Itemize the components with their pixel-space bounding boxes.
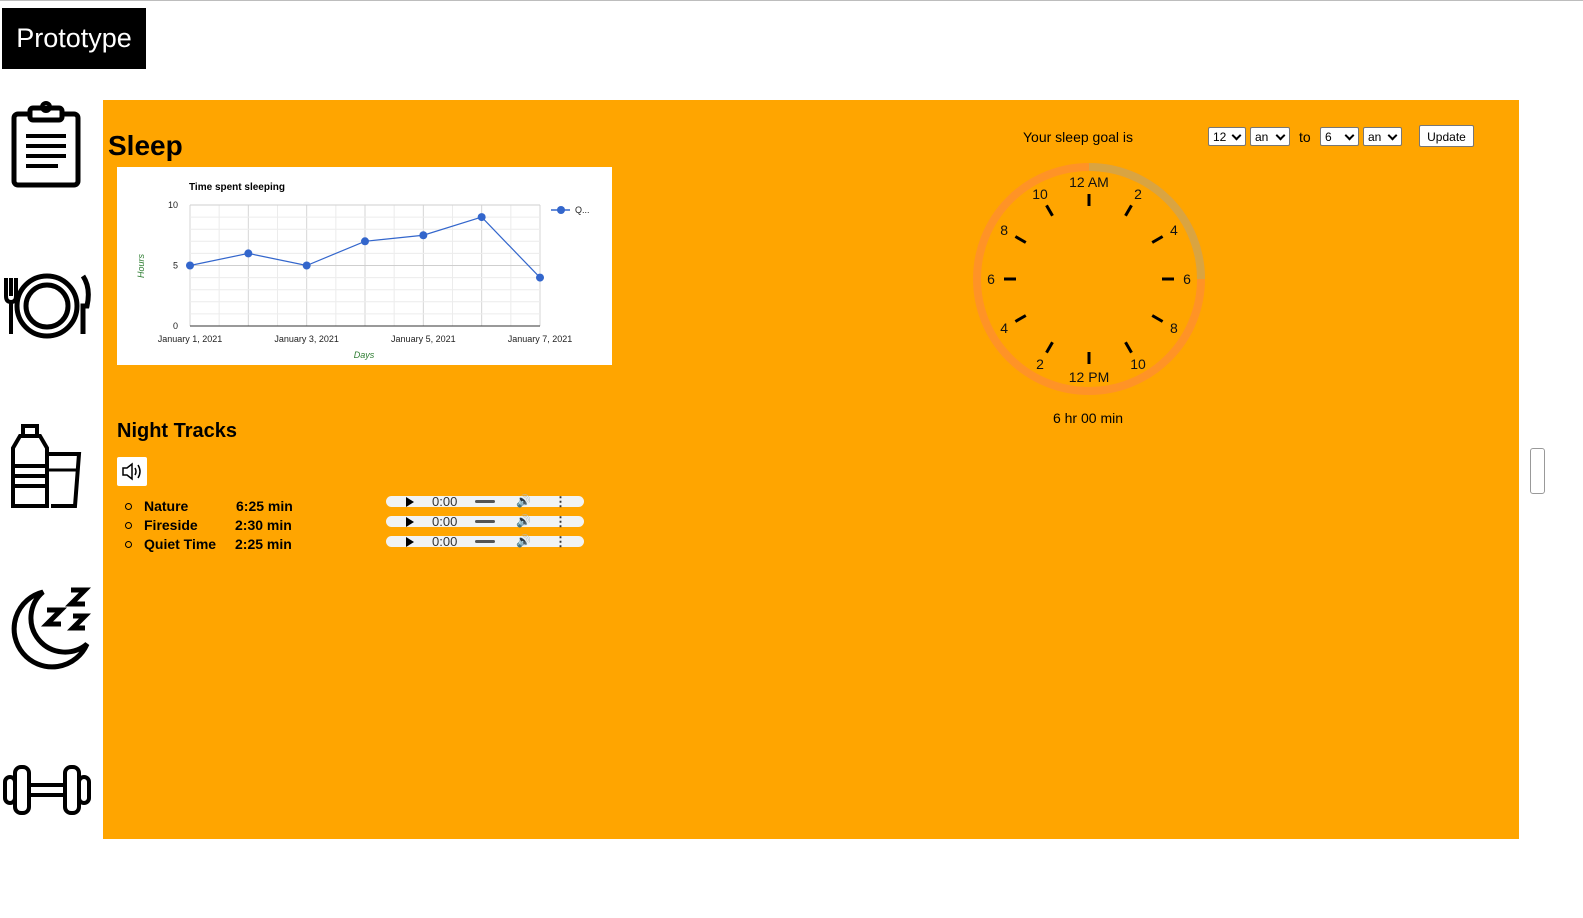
to-label: to bbox=[1299, 129, 1311, 145]
clock-number: 8 bbox=[1170, 320, 1178, 336]
play-icon[interactable] bbox=[406, 497, 414, 507]
track-name: Quiet Time bbox=[144, 536, 217, 552]
chart-legend: Q... bbox=[551, 205, 590, 215]
data-point bbox=[536, 273, 544, 282]
night-tracks-title: Night Tracks bbox=[117, 420, 238, 442]
clock-tick bbox=[1151, 235, 1164, 244]
sleep-panel: Sleep Time spent sleeping 0 5 10 January 1,… bbox=[103, 100, 1519, 839]
clock-number: 2 bbox=[1036, 356, 1044, 372]
seek-bar[interactable] bbox=[475, 540, 495, 543]
chevron-down-icon bbox=[1387, 130, 1398, 141]
volume-icon[interactable]: 🔊 bbox=[516, 513, 531, 530]
clock-tick bbox=[1045, 204, 1054, 217]
audio-player-fireside[interactable]: 0:00 🔊 ⋮ bbox=[386, 513, 584, 530]
legend-label: Q... bbox=[575, 205, 590, 215]
from-hour-select[interactable]: 12 bbox=[1208, 127, 1246, 146]
data-point bbox=[477, 213, 486, 222]
sleep-clock: 12 AM 12 PM 2 4 6 8 10 10 8 6 4 2 bbox=[951, 152, 1227, 402]
data-point bbox=[244, 249, 253, 258]
clock-bottom-label: 12 PM bbox=[1069, 369, 1109, 385]
y-tick-label: 5 bbox=[173, 261, 178, 271]
sound-button[interactable] bbox=[117, 457, 147, 486]
track-name: Fireside bbox=[144, 517, 198, 533]
chevron-down-icon bbox=[1275, 130, 1286, 141]
list-bullet bbox=[125, 522, 132, 529]
more-options-icon[interactable]: ⋮ bbox=[554, 493, 567, 510]
clock-tick bbox=[1014, 314, 1027, 323]
seek-bar[interactable] bbox=[475, 520, 495, 523]
clock-number: 6 bbox=[1183, 271, 1191, 287]
moon-sleep-icon[interactable] bbox=[3, 582, 91, 672]
more-options-icon[interactable]: ⋮ bbox=[554, 513, 567, 530]
clock-number: 2 bbox=[1134, 186, 1142, 202]
player-time: 0:00 bbox=[432, 494, 458, 509]
sleep-duration: 6 hr 00 min bbox=[1052, 410, 1124, 426]
audio-player-quiet-time[interactable]: 0:00 🔊 ⋮ bbox=[386, 533, 584, 550]
play-icon[interactable] bbox=[406, 537, 414, 547]
track-duration: 2:25 min bbox=[235, 536, 292, 552]
from-ampm-select[interactable]: an bbox=[1250, 127, 1290, 146]
audio-player-nature[interactable]: 0:00 🔊 ⋮ bbox=[386, 493, 584, 510]
clock-number: 10 bbox=[1032, 186, 1048, 202]
data-point bbox=[419, 231, 428, 240]
data-point bbox=[186, 261, 194, 270]
chevron-down-icon bbox=[1231, 130, 1242, 141]
chevron-down-icon bbox=[1344, 130, 1355, 141]
to-hour-select[interactable]: 6 bbox=[1320, 127, 1359, 146]
clock-tick bbox=[1014, 235, 1027, 244]
sleep-line-chart: Time spent sleeping 0 5 10 January 1, 2021 J… bbox=[136, 182, 590, 360]
to-ampm-select[interactable]: an bbox=[1363, 127, 1402, 146]
clock-number: 4 bbox=[1000, 320, 1008, 336]
scrollbar-thumb[interactable] bbox=[1530, 448, 1545, 494]
page-title: Sleep bbox=[108, 130, 183, 161]
sleep-chart: Time spent sleeping 0 5 10 January 1, 2021 J… bbox=[117, 167, 612, 365]
plate-fork-knife-icon[interactable] bbox=[3, 262, 91, 352]
more-options-icon[interactable]: ⋮ bbox=[554, 533, 567, 550]
player-time: 0:00 bbox=[432, 514, 458, 529]
clock-top-label: 12 AM bbox=[1069, 174, 1109, 190]
clock-tick bbox=[1151, 314, 1164, 323]
sleep-goal-label: Your sleep goal is bbox=[1023, 129, 1134, 145]
clock-face: 12 AM 12 PM 2 4 6 8 10 10 8 6 4 2 bbox=[973, 163, 1205, 395]
x-tick-label: January 1, 2021 bbox=[158, 334, 223, 344]
track-duration: 6:25 min bbox=[236, 498, 293, 514]
y-tick-label: 10 bbox=[168, 200, 178, 210]
water-bottle-glass-icon[interactable] bbox=[3, 422, 91, 512]
y-axis-label: Hours bbox=[136, 254, 146, 279]
app-title: Prototype bbox=[2, 8, 146, 69]
volume-icon[interactable]: 🔊 bbox=[516, 533, 531, 550]
x-tick-label: January 5, 2021 bbox=[391, 334, 456, 344]
update-button[interactable]: Update bbox=[1419, 125, 1474, 147]
track-duration: 2:30 min bbox=[235, 517, 292, 533]
clock-number: 4 bbox=[1170, 222, 1178, 238]
data-point bbox=[302, 261, 311, 270]
speaker-icon bbox=[122, 462, 141, 481]
clock-number: 10 bbox=[1130, 356, 1146, 372]
list-bullet bbox=[125, 541, 132, 548]
clipboard-icon[interactable] bbox=[3, 100, 91, 190]
data-point bbox=[361, 237, 369, 246]
dumbbell-icon[interactable] bbox=[3, 745, 91, 835]
clock-number: 6 bbox=[987, 271, 995, 287]
x-axis-label: Days bbox=[354, 350, 375, 360]
clock-tick bbox=[1124, 204, 1133, 217]
volume-icon[interactable]: 🔊 bbox=[516, 493, 531, 510]
clock-number: 8 bbox=[1000, 222, 1008, 238]
player-time: 0:00 bbox=[432, 534, 458, 549]
play-icon[interactable] bbox=[406, 517, 414, 527]
y-tick-label: 0 bbox=[173, 321, 178, 331]
x-tick-label: January 3, 2021 bbox=[274, 334, 339, 344]
x-tick-label: January 7, 2021 bbox=[508, 334, 573, 344]
chart-title: Time spent sleeping bbox=[189, 182, 285, 193]
clock-tick bbox=[1124, 341, 1133, 354]
track-name: Nature bbox=[144, 498, 189, 514]
list-bullet bbox=[125, 503, 132, 510]
seek-bar[interactable] bbox=[475, 500, 495, 503]
top-border bbox=[0, 0, 1583, 1]
clock-tick bbox=[1045, 341, 1054, 354]
